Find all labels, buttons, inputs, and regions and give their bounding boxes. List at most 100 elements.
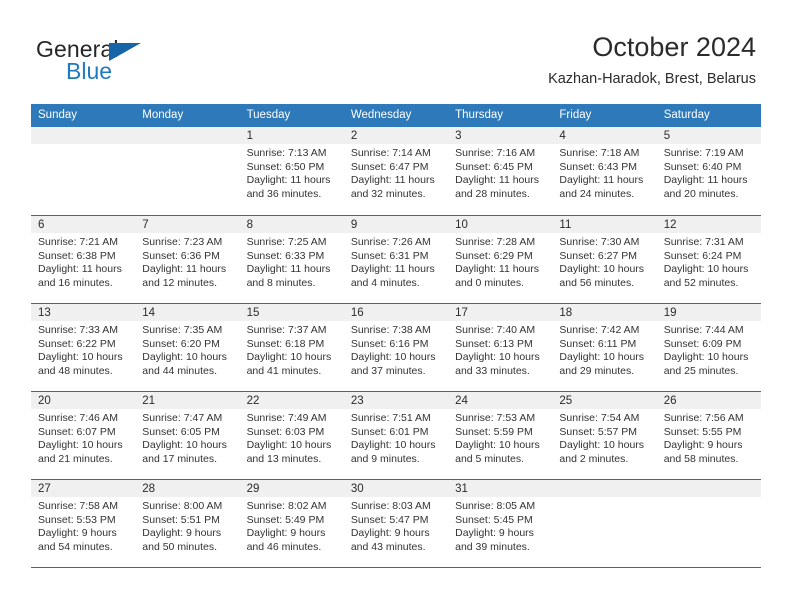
- calendar-day-cell[interactable]: 28 Sunrise: 8:00 AM Sunset: 5:51 PM Dayligh…: [135, 480, 240, 567]
- calendar-page: General Blue October 2024 Kazhan-Haradok…: [0, 0, 792, 612]
- sunset-time: Sunset: 5:45 PM: [455, 513, 533, 526]
- calendar-day-cell[interactable]: 10 Sunrise: 7:28 AM Sunset: 6:29 PM Dayligh…: [448, 216, 553, 303]
- calendar-day-cell[interactable]: 6 Sunrise: 7:21 AM Sunset: 6:38 PM Daylight…: [31, 216, 136, 303]
- daylight-duration-line1: Daylight: 9 hours: [38, 527, 117, 540]
- sunrise-time: Sunrise: 7:14 AM: [350, 147, 431, 159]
- calendar-day-cell[interactable]: 3 Sunrise: 7:16 AM Sunset: 6:45 PM Daylight…: [448, 127, 553, 215]
- daylight-duration-line2: and 29 minutes.: [559, 364, 635, 377]
- day-details: Sunrise: 7:38 AM Sunset: 6:16 PM Daylight:…: [344, 321, 448, 378]
- day-details: Sunrise: 7:49 AM Sunset: 6:03 PM Daylight:…: [240, 409, 344, 466]
- daylight-duration-line2: and 0 minutes.: [455, 276, 525, 289]
- weekday-header-thursday: Thursday: [455, 109, 504, 121]
- day-number: [552, 480, 657, 497]
- daylight-duration-line2: and 20 minutes.: [663, 187, 739, 200]
- day-number: 9: [343, 216, 449, 233]
- day-number: 13: [31, 304, 136, 321]
- daylight-duration-line1: Daylight: 10 hours: [350, 351, 436, 364]
- daylight-duration-line1: Daylight: 11 hours: [142, 263, 227, 276]
- day-number: 31: [448, 480, 553, 497]
- sunrise-time: Sunrise: 7:16 AM: [455, 147, 536, 159]
- calendar-day-cell[interactable]: 20 Sunrise: 7:46 AM Sunset: 6:07 PM Dayligh…: [31, 392, 136, 479]
- daylight-duration-line1: Daylight: 10 hours: [455, 351, 540, 364]
- calendar-day-cell[interactable]: 8 Sunrise: 7:25 AM Sunset: 6:33 PM Daylight…: [239, 216, 344, 303]
- day-number: 28: [135, 480, 240, 497]
- calendar-day-cell[interactable]: 4 Sunrise: 7:18 AM Sunset: 6:43 PM Daylight…: [552, 127, 657, 215]
- day-number: 24: [448, 392, 553, 409]
- calendar-day-cell[interactable]: 25 Sunrise: 7:54 AM Sunset: 5:57 PM Dayligh…: [552, 392, 657, 479]
- calendar-day-cell[interactable]: 24 Sunrise: 7:53 AM Sunset: 5:59 PM Dayligh…: [448, 392, 553, 479]
- sunrise-time: Sunrise: 7:30 AM: [559, 236, 640, 248]
- calendar-day-cell[interactable]: 11 Sunrise: 7:30 AM Sunset: 6:27 PM Dayligh…: [552, 216, 657, 303]
- calendar-day-cell[interactable]: 14 Sunrise: 7:35 AM Sunset: 6:20 PM Dayligh…: [135, 304, 240, 391]
- daylight-duration-line1: Daylight: 11 hours: [246, 174, 331, 187]
- daylight-duration-line2: and 52 minutes.: [663, 276, 739, 289]
- daylight-duration-line1: Daylight: 11 hours: [663, 174, 748, 187]
- calendar-day-cell-empty: [656, 480, 761, 567]
- sunrise-time: Sunrise: 7:42 AM: [559, 324, 640, 336]
- sunset-time: Sunset: 6:50 PM: [246, 160, 325, 173]
- daylight-duration-line2: and 17 minutes.: [142, 452, 217, 465]
- calendar-day-cell[interactable]: 5 Sunrise: 7:19 AM Sunset: 6:40 PM Daylight…: [656, 127, 761, 215]
- brand-logo[interactable]: General Blue: [36, 36, 256, 88]
- day-number: 29: [239, 480, 344, 497]
- calendar-day-cell[interactable]: 17 Sunrise: 7:40 AM Sunset: 6:13 PM Dayligh…: [448, 304, 553, 391]
- daylight-duration-line2: and 12 minutes.: [142, 276, 217, 289]
- daylight-duration-line1: Daylight: 10 hours: [350, 439, 436, 452]
- sunrise-time: Sunrise: 7:51 AM: [350, 412, 431, 424]
- calendar-day-cell[interactable]: 31 Sunrise: 8:05 AM Sunset: 5:45 PM Dayligh…: [448, 480, 553, 567]
- sunrise-time: Sunrise: 7:37 AM: [246, 324, 327, 336]
- calendar-day-cell[interactable]: 29 Sunrise: 8:02 AM Sunset: 5:49 PM Dayligh…: [239, 480, 344, 567]
- page-header: General Blue October 2024 Kazhan-Haradok…: [0, 0, 792, 100]
- day-details: Sunrise: 7:53 AM Sunset: 5:59 PM Daylight:…: [448, 409, 552, 466]
- sunset-time: Sunset: 6:40 PM: [663, 160, 742, 173]
- day-number: 25: [552, 392, 657, 409]
- calendar-day-cell[interactable]: 16 Sunrise: 7:38 AM Sunset: 6:16 PM Dayligh…: [343, 304, 449, 391]
- daylight-duration-line2: and 33 minutes.: [455, 364, 530, 377]
- calendar-day-cell[interactable]: 19 Sunrise: 7:44 AM Sunset: 6:09 PM Dayligh…: [656, 304, 761, 391]
- day-details: Sunrise: 7:56 AM Sunset: 5:55 PM Daylight:…: [657, 409, 761, 466]
- sunrise-time: Sunrise: 7:18 AM: [559, 147, 640, 159]
- daylight-duration-line1: Daylight: 11 hours: [455, 263, 539, 276]
- day-number: 15: [239, 304, 344, 321]
- sunset-time: Sunset: 6:31 PM: [350, 249, 429, 262]
- day-number: 3: [448, 127, 553, 144]
- day-details: Sunrise: 8:00 AM Sunset: 5:51 PM Daylight:…: [135, 497, 239, 554]
- calendar-day-cell[interactable]: 1 Sunrise: 7:13 AM Sunset: 6:50 PM Daylight…: [239, 127, 344, 215]
- day-details: Sunrise: 7:46 AM Sunset: 6:07 PM Daylight:…: [31, 409, 135, 466]
- weekday-header-tuesday: Tuesday: [246, 109, 291, 121]
- day-details: Sunrise: 7:47 AM Sunset: 6:05 PM Daylight:…: [135, 409, 239, 466]
- calendar-day-cell[interactable]: 27 Sunrise: 7:58 AM Sunset: 5:53 PM Dayligh…: [31, 480, 136, 567]
- calendar-day-cell[interactable]: 15 Sunrise: 7:37 AM Sunset: 6:18 PM Dayligh…: [239, 304, 344, 391]
- sunset-time: Sunset: 6:16 PM: [350, 337, 429, 350]
- sunrise-time: Sunrise: 7:25 AM: [246, 236, 327, 248]
- day-details: Sunrise: 7:13 AM Sunset: 6:50 PM Daylight:…: [240, 144, 344, 201]
- daylight-duration-line1: Daylight: 10 hours: [663, 263, 749, 276]
- calendar-day-cell[interactable]: 23 Sunrise: 7:51 AM Sunset: 6:01 PM Dayligh…: [343, 392, 449, 479]
- calendar-day-cell[interactable]: 22 Sunrise: 7:49 AM Sunset: 6:03 PM Dayligh…: [239, 392, 344, 479]
- calendar-day-cell[interactable]: 12 Sunrise: 7:31 AM Sunset: 6:24 PM Dayligh…: [656, 216, 761, 303]
- daylight-duration-line1: Daylight: 10 hours: [38, 351, 123, 364]
- sunset-time: Sunset: 6:18 PM: [246, 337, 325, 350]
- calendar-day-cell[interactable]: 26 Sunrise: 7:56 AM Sunset: 5:55 PM Dayligh…: [656, 392, 761, 479]
- sunset-time: Sunset: 6:03 PM: [246, 425, 325, 438]
- calendar-day-cell[interactable]: 7 Sunrise: 7:23 AM Sunset: 6:36 PM Daylight…: [135, 216, 240, 303]
- sunrise-time: Sunrise: 8:05 AM: [455, 500, 536, 512]
- day-number: [31, 127, 136, 144]
- daylight-duration-line1: Daylight: 10 hours: [559, 263, 645, 276]
- calendar-day-cell[interactable]: 13 Sunrise: 7:33 AM Sunset: 6:22 PM Dayligh…: [31, 304, 136, 391]
- calendar-day-cell[interactable]: 21 Sunrise: 7:47 AM Sunset: 6:05 PM Dayligh…: [135, 392, 240, 479]
- sunrise-time: Sunrise: 7:46 AM: [38, 412, 118, 424]
- sunset-time: Sunset: 6:45 PM: [455, 160, 533, 173]
- sunset-time: Sunset: 5:57 PM: [559, 425, 638, 438]
- sunrise-time: Sunrise: 7:31 AM: [663, 236, 744, 248]
- calendar-day-cell[interactable]: 2 Sunrise: 7:14 AM Sunset: 6:47 PM Daylight…: [343, 127, 449, 215]
- daylight-duration-line2: and 43 minutes.: [350, 540, 426, 553]
- day-number: 23: [343, 392, 449, 409]
- calendar-day-cell[interactable]: 9 Sunrise: 7:26 AM Sunset: 6:31 PM Daylight…: [343, 216, 449, 303]
- sunrise-time: Sunrise: 7:23 AM: [142, 236, 223, 248]
- calendar-day-cell[interactable]: 30 Sunrise: 8:03 AM Sunset: 5:47 PM Dayligh…: [343, 480, 449, 567]
- sunset-time: Sunset: 6:11 PM: [559, 337, 637, 350]
- day-details: Sunrise: 7:21 AM Sunset: 6:38 PM Daylight:…: [31, 233, 135, 290]
- calendar-day-cell[interactable]: 18 Sunrise: 7:42 AM Sunset: 6:11 PM Dayligh…: [552, 304, 657, 391]
- day-details: Sunrise: 7:44 AM Sunset: 6:09 PM Daylight:…: [657, 321, 761, 378]
